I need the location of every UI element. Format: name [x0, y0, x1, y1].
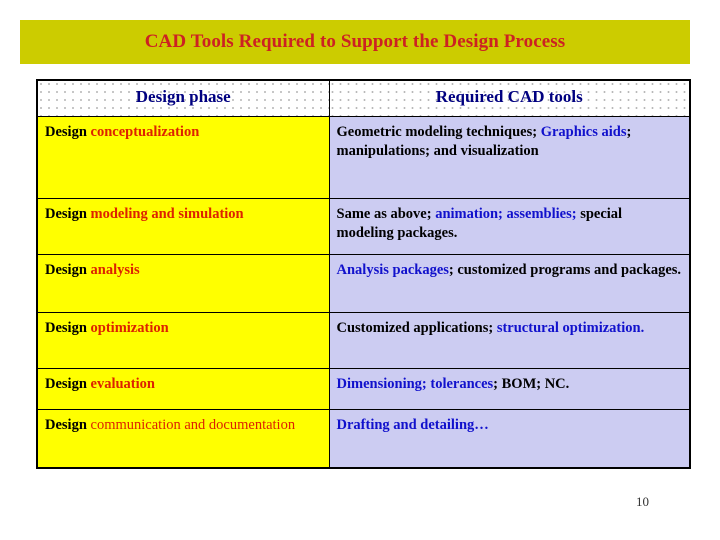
text-run-black: Customized applications; [336, 320, 497, 336]
cell-required-cad-tools: Same as above; animation; assemblies; sp… [328, 198, 691, 255]
text-run-black: Geometric modeling techniques; [336, 124, 541, 140]
cell-required-cad-tools: Analysis packages; customized programs a… [328, 254, 691, 313]
cell-design-phase: Design communication and documentation [36, 409, 330, 469]
title-banner: CAD Tools Required to Support the Design… [20, 20, 690, 64]
cell-design-phase: Design evaluation [36, 368, 330, 410]
table-row: Design modeling and simulation Same as a… [36, 198, 691, 255]
text-run-red: modeling and simulation [90, 206, 244, 222]
page-number: 10 [636, 494, 649, 509]
cad-tools-table: Design phase Required CAD tools Design c… [36, 79, 691, 469]
text-run-blue: animation; assemblies; [435, 206, 577, 222]
text-run-black: Design [45, 417, 91, 433]
cell-design-phase: Design optimization [36, 312, 330, 369]
text-run-black: Design [45, 262, 91, 278]
text-run-blue: Analysis packages [336, 262, 449, 278]
text-run-blue: Graphics aids [540, 124, 627, 140]
page-title: CAD Tools Required to Support the Design… [144, 31, 566, 52]
cell-design-phase: Design modeling and simulation [36, 198, 330, 255]
text-run-black: Design [45, 320, 91, 336]
table-header-row: Design phase Required CAD tools [36, 79, 691, 117]
text-run-black: Same as above; [336, 206, 436, 222]
table-row: Design conceptualization Geometric model… [36, 116, 691, 199]
text-run-black: Design [45, 124, 91, 140]
text-run-blue: structural optimization. [496, 320, 645, 336]
table-row: Design communication and documentation D… [36, 409, 691, 469]
table-row: Design analysis Analysis packages; custo… [36, 254, 691, 313]
text-run-blue: Dimensioning; tolerances [336, 376, 494, 392]
cell-required-cad-tools: Customized applications; structural opti… [328, 312, 691, 369]
cell-design-phase: Design analysis [36, 254, 330, 313]
text-run-black: ; BOM; NC. [493, 376, 570, 392]
table-body: Design conceptualization Geometric model… [36, 116, 691, 469]
text-run-red: conceptualization [90, 124, 200, 140]
cell-required-cad-tools: Dimensioning; tolerances; BOM; NC. [328, 368, 691, 410]
text-run-red: optimization [90, 320, 169, 336]
cell-required-cad-tools: Geometric modeling techniques; Graphics … [328, 116, 691, 199]
text-run-blue: Drafting and detailing… [336, 417, 489, 433]
table-row: Design optimization Customized applicati… [36, 312, 691, 369]
table-row: Design evaluation Dimensioning; toleranc… [36, 368, 691, 410]
text-run-black: Design [45, 206, 91, 222]
cell-required-cad-tools: Drafting and detailing… [328, 409, 691, 469]
cell-design-phase: Design conceptualization [36, 116, 330, 199]
text-run-red: analysis [90, 262, 140, 278]
text-run-black: ; customized programs and packages. [448, 262, 682, 278]
text-run-red: communication and documentation [90, 417, 296, 433]
text-run-red: evaluation [90, 376, 155, 392]
column-header-required-cad-tools: Required CAD tools [328, 79, 691, 117]
text-run-black: Design [45, 376, 91, 392]
column-header-design-phase: Design phase [36, 79, 330, 117]
